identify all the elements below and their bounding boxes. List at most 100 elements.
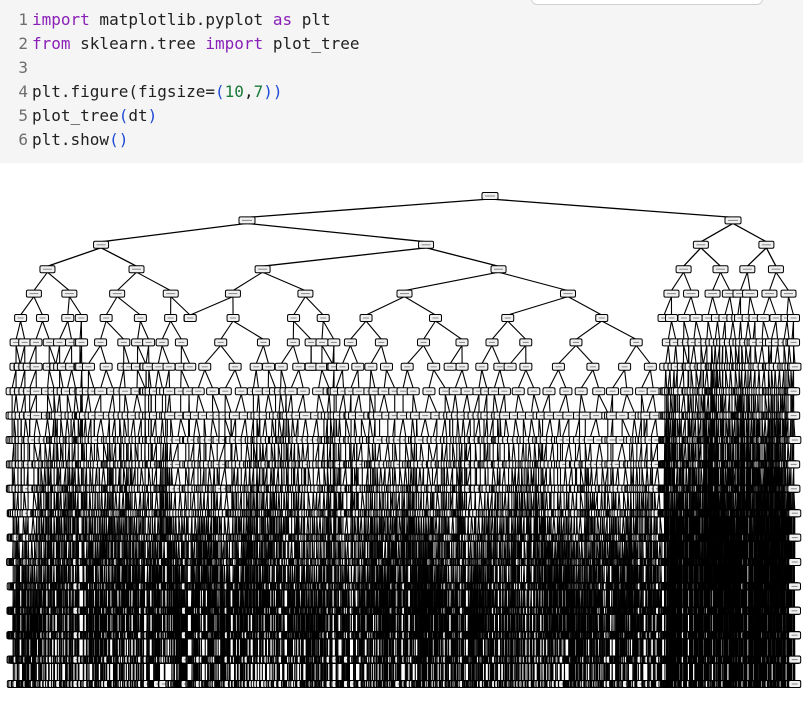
- tree-edge: [306, 419, 309, 437]
- tree-edge: [124, 467, 126, 485]
- tree-edge: [221, 345, 235, 363]
- tree-edge: [242, 541, 243, 559]
- code-cell[interactable]: 1 import matplotlib.pyplot as plt 2 from sk…: [0, 0, 803, 163]
- tree-edge: [233, 321, 263, 339]
- tree-edge: [34, 492, 37, 510]
- tree-edge: [15, 541, 16, 559]
- tree-edge: [60, 370, 64, 388]
- tree-edge: [299, 370, 303, 388]
- tree-edge: [89, 516, 90, 534]
- tree-edge: [101, 248, 136, 266]
- tree-edge: [101, 223, 247, 241]
- tree-edge: [279, 394, 281, 412]
- tree-edge: [166, 370, 169, 388]
- code-token: (: [215, 82, 225, 101]
- tree-edge: [102, 492, 103, 510]
- cell-toolbar[interactable]: [531, 0, 763, 5]
- code-line: 4 plt.figure(figsize=(10,7)): [0, 80, 803, 104]
- tree-edge: [253, 370, 256, 388]
- tree-edge: [124, 370, 125, 388]
- tree-edge: [209, 443, 210, 461]
- tree-edge: [293, 419, 295, 437]
- tree-edge: [291, 394, 292, 412]
- tree-edge: [19, 541, 20, 559]
- tree-edge: [244, 541, 245, 559]
- tree-edge: [263, 248, 426, 266]
- code-token: plot_tree: [263, 34, 359, 53]
- tree-edge: [33, 516, 35, 534]
- tree-edge: [733, 223, 766, 241]
- tree-edge: [268, 516, 269, 534]
- tree-edge: [221, 467, 225, 485]
- cell-output: [0, 163, 803, 725]
- tree-edge: [137, 370, 145, 388]
- tree-edge: [140, 321, 148, 339]
- tree-edge: [120, 370, 124, 388]
- tree-edge: [181, 419, 186, 437]
- tree-edge: [115, 419, 116, 437]
- tree-edge: [233, 492, 234, 510]
- tree-edge: [228, 516, 229, 534]
- code-line: 6 plt.show(): [0, 128, 803, 152]
- tree-edge: [116, 492, 117, 510]
- tree-edge: [227, 492, 229, 510]
- tree-edge: [60, 321, 68, 339]
- tree-edge: [241, 394, 245, 412]
- tree-edge: [303, 443, 304, 461]
- code-token: (: [119, 106, 129, 125]
- tree-edge: [281, 370, 286, 388]
- tree-edge: [260, 565, 261, 583]
- tree-edge: [47, 248, 101, 266]
- code-editor[interactable]: 1 import matplotlib.pyplot as plt 2 from sk…: [0, 8, 803, 152]
- tree-edge: [294, 321, 312, 339]
- tree-edge: [88, 345, 100, 363]
- tree-edge: [32, 541, 33, 559]
- tree-edge: [246, 516, 247, 534]
- line-number: 5: [0, 104, 32, 128]
- code-token: 10: [225, 82, 244, 101]
- tree-edge: [56, 345, 60, 363]
- line-number: 3: [0, 56, 32, 80]
- tree-edge: [155, 541, 156, 559]
- tree-edge: [13, 516, 14, 534]
- tree-edge: [205, 345, 221, 363]
- tree-edge: [124, 419, 127, 437]
- tree-edge: [12, 370, 16, 388]
- code-token: )): [263, 82, 282, 101]
- tree-edge: [305, 297, 323, 315]
- tree-edge: [91, 443, 93, 461]
- code-line: 3: [0, 56, 803, 80]
- tree-edge: [233, 272, 263, 290]
- tree-edge: [34, 272, 48, 290]
- tree-edge: [113, 394, 115, 412]
- tree-edge: [97, 419, 101, 437]
- tree-edge: [271, 467, 272, 485]
- tree-edge: [225, 467, 227, 485]
- tree-edge: [101, 419, 104, 437]
- tree-edge: [97, 467, 98, 485]
- tree-edge: [250, 516, 251, 534]
- tree-edge: [141, 565, 142, 583]
- tree-edge: [23, 516, 24, 534]
- tree-edge: [241, 419, 245, 437]
- tree-edge: [76, 394, 79, 412]
- tree-edge: [198, 370, 205, 388]
- tree-edge: [279, 419, 282, 437]
- tree-edge: [94, 394, 100, 412]
- tree-edge: [173, 443, 178, 461]
- tree-edge: [256, 370, 258, 388]
- tree-edge: [256, 345, 263, 363]
- tree-edge: [34, 443, 38, 461]
- tree-edge: [200, 443, 201, 461]
- tree-edge: [224, 492, 226, 510]
- tree-edge: [158, 345, 162, 363]
- code-token: (): [109, 130, 128, 149]
- tree-edge: [281, 394, 284, 412]
- tree-edge: [250, 467, 251, 485]
- tree-edge: [201, 565, 202, 583]
- tree-edge: [131, 443, 132, 461]
- tree-edge: [281, 345, 293, 363]
- tree-edge: [106, 370, 113, 388]
- tree-edge: [192, 541, 193, 559]
- tree-edge: [67, 394, 71, 412]
